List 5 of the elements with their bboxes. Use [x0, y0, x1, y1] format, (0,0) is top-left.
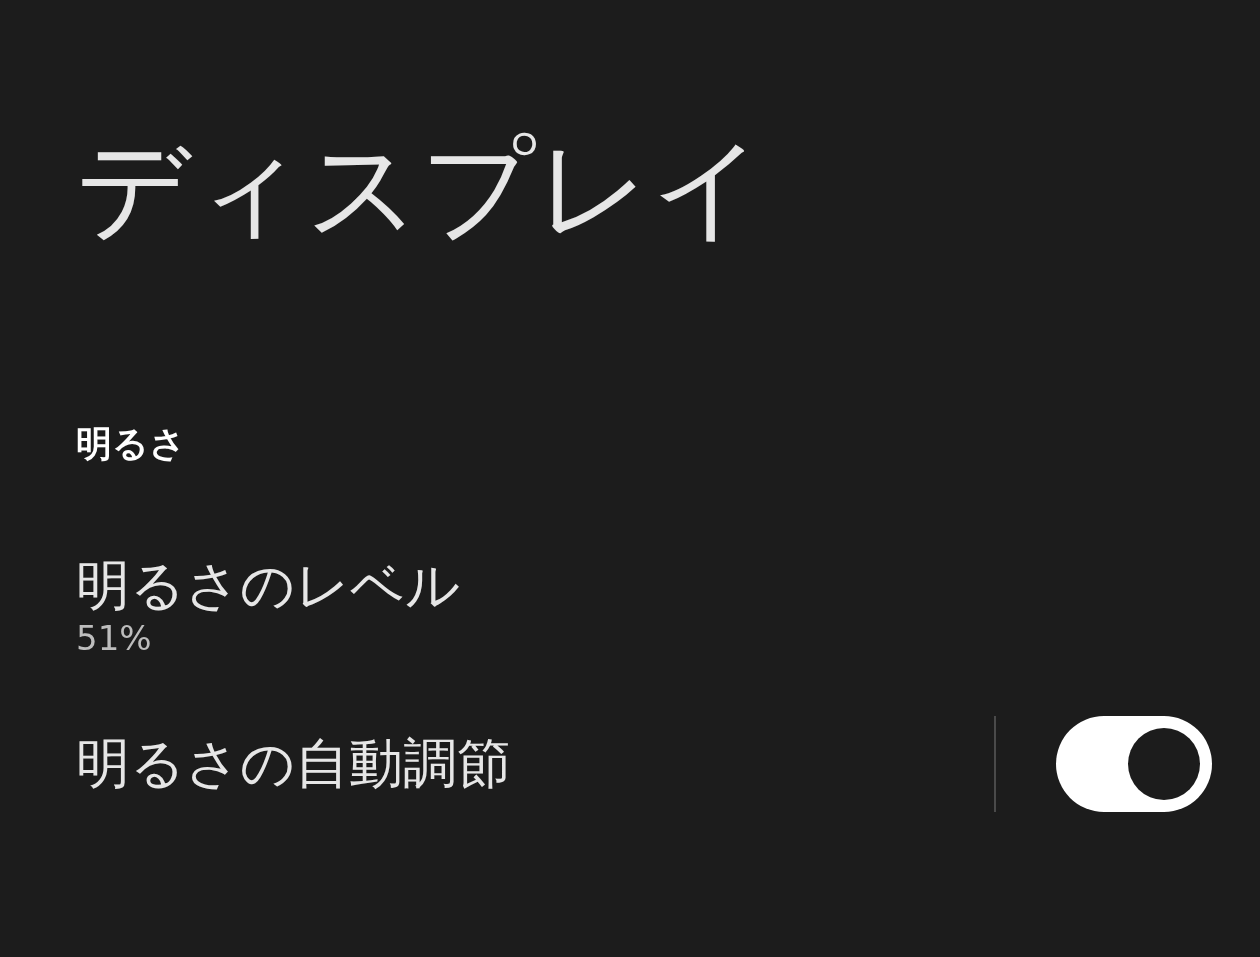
setting-title[interactable]: 明るさの自動調節 — [76, 732, 994, 796]
section-header: 明るさ — [76, 422, 186, 466]
setting-title[interactable]: 明るさのレベル — [76, 554, 460, 618]
setting-summary: 51% — [76, 618, 152, 658]
page-title: ディスプレイ — [76, 122, 767, 255]
